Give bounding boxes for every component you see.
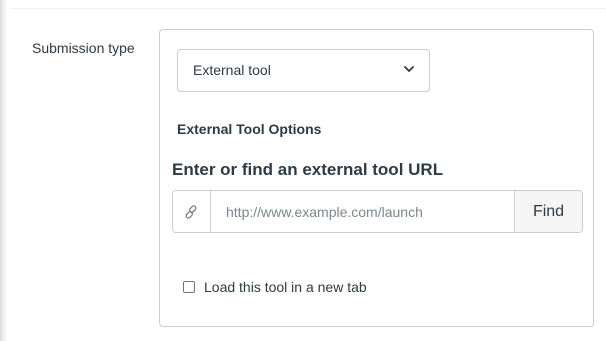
- submission-type-label: Submission type: [32, 40, 135, 56]
- chevron-down-icon: [404, 66, 414, 72]
- link-addon: [173, 191, 211, 232]
- link-icon: [184, 204, 197, 219]
- external-tool-url-input[interactable]: [211, 191, 515, 232]
- submission-type-selected-value: External tool: [193, 62, 271, 78]
- left-divider: [0, 0, 8, 341]
- submission-type-select[interactable]: External tool: [177, 49, 430, 92]
- assignment-submission-form: Submission type External tool External T…: [0, 0, 606, 341]
- find-button[interactable]: Find: [514, 191, 582, 232]
- new-tab-label: Load this tool in a new tab: [204, 279, 367, 295]
- top-divider: [10, 8, 606, 9]
- new-tab-option[interactable]: Load this tool in a new tab: [183, 279, 367, 295]
- new-tab-checkbox[interactable]: [183, 281, 195, 293]
- external-tool-url-group: Find: [172, 190, 583, 233]
- external-tool-options-heading: External Tool Options: [177, 121, 322, 137]
- external-tool-url-label: Enter or find an external tool URL: [172, 160, 444, 179]
